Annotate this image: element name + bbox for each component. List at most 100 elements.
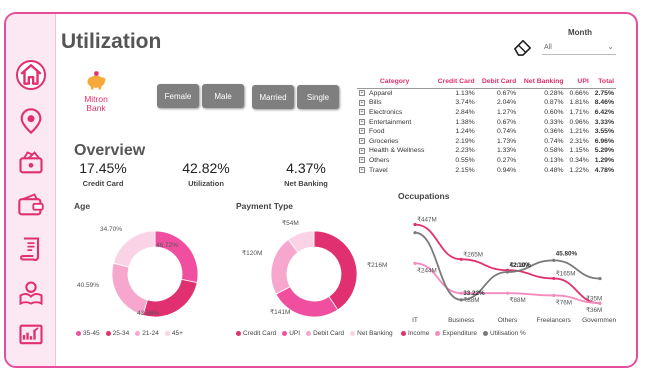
legend-item[interactable]: Net Banking xyxy=(350,330,393,337)
line-point[interactable] xyxy=(413,231,417,235)
table-cell: 1.15% xyxy=(569,147,589,155)
kpi-credit-card: 17.45% Credit Card xyxy=(68,160,138,188)
nav-wallet[interactable] xyxy=(16,190,46,220)
line-income[interactable] xyxy=(414,223,601,305)
table-cell: 2.31% xyxy=(569,137,589,145)
nav-home[interactable] xyxy=(16,60,46,90)
nav-bills[interactable] xyxy=(16,234,46,264)
table-cell: 0.67% xyxy=(496,118,517,126)
donut-slice-21-24[interactable] xyxy=(111,262,148,316)
line-point[interactable] xyxy=(598,276,602,281)
filter-married-button[interactable]: Married xyxy=(252,85,294,109)
table-cell-category[interactable]: + Electronics xyxy=(357,108,432,118)
donut-slice-35-45[interactable] xyxy=(154,230,199,284)
table-cell: 0.33% xyxy=(544,118,564,126)
dashboard-chart-icon xyxy=(19,324,43,345)
x-axis-tick-label: Freelancers xyxy=(537,317,572,324)
table-cell-category[interactable]: + Travel xyxy=(357,165,432,175)
table-cell-category[interactable]: + Others xyxy=(357,156,432,166)
legend-swatch xyxy=(435,331,441,336)
expand-plus-icon[interactable]: + xyxy=(359,109,365,116)
legend-item[interactable]: Debit Card xyxy=(306,330,344,337)
category-name: Others xyxy=(369,156,390,164)
table-header-row: Category Credit Card Debit Card Net Banking… xyxy=(357,78,616,89)
nav-analytics[interactable] xyxy=(16,320,46,350)
legend-item[interactable]: 45+ xyxy=(164,330,183,337)
month-select[interactable]: All ⌄ xyxy=(542,42,616,55)
line-point[interactable] xyxy=(552,293,556,298)
table-cell-category[interactable]: + Food xyxy=(357,127,432,137)
table-row: + Others 0.55% 0.27% 0.13% 0.34% 1.29% xyxy=(357,156,616,166)
table-header-cell[interactable]: Total xyxy=(590,78,616,89)
location-pin-icon xyxy=(20,108,42,135)
wallet-cash-icon xyxy=(19,151,43,174)
donut-slice-credit-card[interactable] xyxy=(313,230,358,311)
filter-male-button[interactable]: Male xyxy=(202,84,244,108)
line-point[interactable] xyxy=(552,258,556,262)
legend-item[interactable]: 35-45 xyxy=(76,330,100,337)
table-cell: 1.21% xyxy=(569,128,589,136)
category-name: Travel xyxy=(369,166,388,174)
nav-ledger[interactable] xyxy=(16,278,46,308)
age-label-21-24: 40.59% xyxy=(77,282,100,289)
donut-slice-45-[interactable] xyxy=(112,230,156,268)
legend-swatch xyxy=(401,331,406,336)
eraser-icon[interactable] xyxy=(512,38,534,56)
legend-swatch xyxy=(282,331,288,336)
legend-item[interactable]: 21-24 xyxy=(135,330,159,337)
payment-label-credit-card: ₹216M xyxy=(367,262,388,269)
x-axis-tick-label: Others xyxy=(498,317,518,324)
donut-slice-debit-card[interactable] xyxy=(270,238,299,295)
legend-item[interactable]: Utilisation % xyxy=(483,330,526,337)
table-cell-category[interactable]: + Apparel xyxy=(357,89,432,99)
legend-label: Debit Card xyxy=(313,330,345,337)
table-cell: 0.34% xyxy=(569,156,589,164)
line-point[interactable] xyxy=(505,291,510,295)
expand-plus-icon[interactable]: + xyxy=(359,118,365,125)
legend-item[interactable]: UPI xyxy=(282,330,300,337)
home-icon xyxy=(20,64,42,85)
legend-label: 35-45 xyxy=(83,330,100,337)
table-cell-category[interactable]: + Groceries xyxy=(357,136,432,146)
table-header-cell[interactable]: Net Banking xyxy=(518,78,566,89)
table-cell-category[interactable]: + Health & Wellness xyxy=(357,146,432,156)
expand-plus-icon[interactable]: + xyxy=(359,157,365,164)
nav-location[interactable] xyxy=(16,106,46,136)
legend-label: UPI xyxy=(289,330,301,337)
legend-swatch xyxy=(350,331,356,336)
filter-single-button[interactable]: Single xyxy=(297,85,339,109)
payment-chart-title: Payment Type xyxy=(236,201,294,211)
expand-plus-icon[interactable]: + xyxy=(359,99,365,106)
table-cell: 0.74% xyxy=(496,128,517,136)
wallet-icon xyxy=(18,193,44,216)
table-header-cell[interactable]: UPI xyxy=(565,78,591,89)
table-header-cell[interactable]: Category xyxy=(357,78,433,89)
expand-plus-icon[interactable]: + xyxy=(359,90,365,97)
table-header-cell[interactable]: Credit Card xyxy=(432,78,477,89)
legend-item[interactable]: 25-34 xyxy=(105,330,129,337)
category-name: Apparel xyxy=(369,90,393,98)
legend-item[interactable]: Credit Card xyxy=(236,330,276,337)
legend-item[interactable]: Expenditure xyxy=(435,330,477,337)
age-legend: 35-45 25-34 21-24 45+ xyxy=(76,330,183,337)
kpi-label: Utilization xyxy=(188,179,224,188)
expand-plus-icon[interactable]: + xyxy=(359,166,365,173)
legend-item[interactable]: Income xyxy=(401,330,429,337)
line-point[interactable] xyxy=(505,270,510,274)
expand-plus-icon[interactable]: + xyxy=(359,147,365,154)
table-header-cell[interactable]: Debit Card xyxy=(476,78,519,89)
table-cell-category[interactable]: + Entertainment xyxy=(357,117,432,127)
month-filter-label: Month xyxy=(568,28,592,37)
filter-female-button[interactable]: Female xyxy=(157,84,199,108)
chevron-down-icon: ⌄ xyxy=(607,42,614,51)
line-point[interactable] xyxy=(413,261,417,265)
line-utilisation-[interactable] xyxy=(414,231,601,301)
expand-plus-icon[interactable]: + xyxy=(359,128,365,135)
line-point[interactable] xyxy=(459,298,463,302)
expand-plus-icon[interactable]: + xyxy=(359,137,365,144)
table-cell-category[interactable]: + Bills xyxy=(357,98,432,108)
line-point[interactable] xyxy=(598,301,602,305)
table-cell: 0.74% xyxy=(544,137,564,145)
scroll-bill-icon xyxy=(20,237,40,262)
nav-cash[interactable] xyxy=(16,148,46,178)
